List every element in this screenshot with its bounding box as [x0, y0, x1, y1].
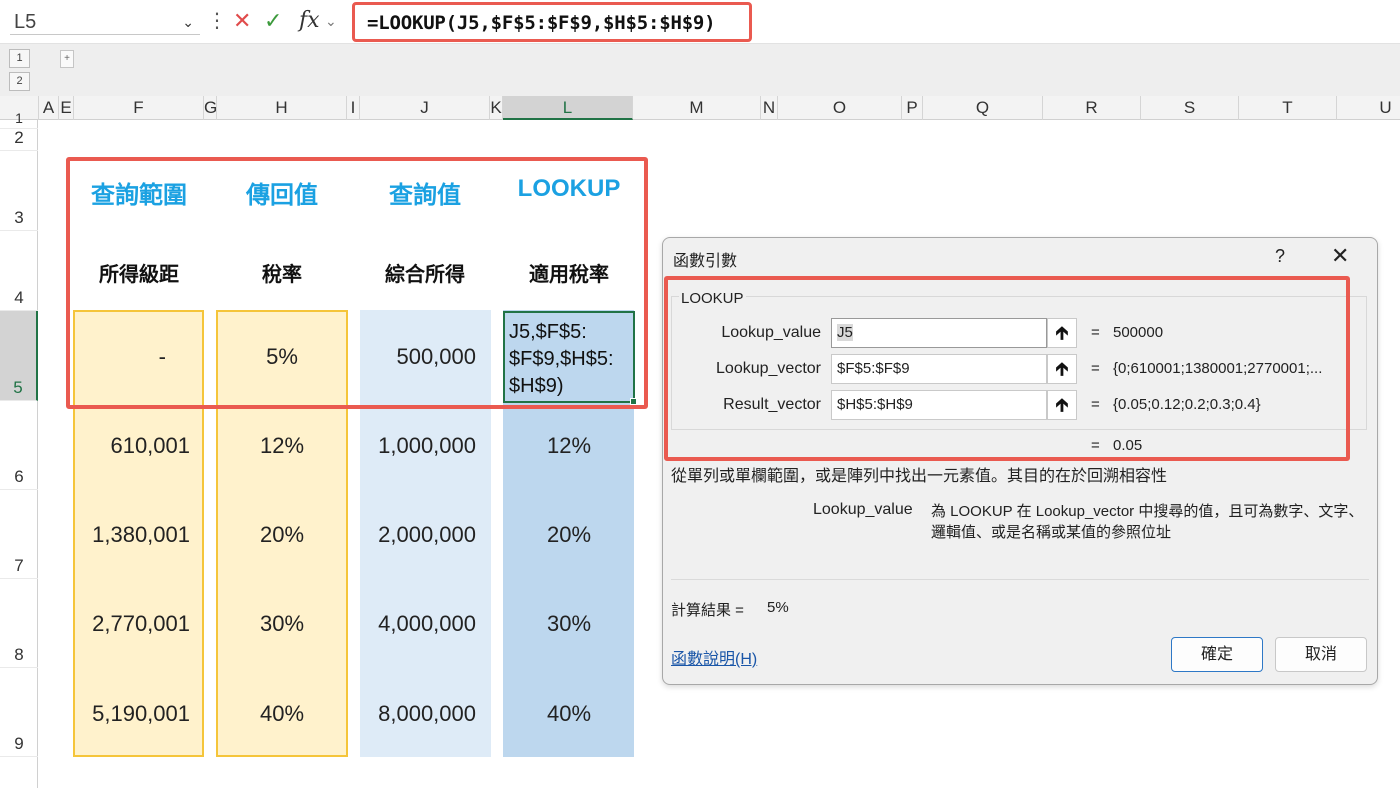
cancel-button[interactable]: 取消 [1275, 637, 1367, 672]
outline-level-2[interactable]: 2 [9, 72, 30, 91]
column-header-j[interactable]: J [360, 96, 490, 120]
cell-h9[interactable]: 40% [217, 701, 347, 727]
column-header-m[interactable]: M [633, 96, 761, 120]
row-header-5[interactable]: 5 [0, 311, 38, 401]
column-header-q[interactable]: Q [923, 96, 1043, 120]
column-header-l[interactable]: L [503, 96, 633, 120]
column-header-n[interactable]: N [761, 96, 778, 120]
cell-f9[interactable]: 5,190,001 [74, 701, 190, 727]
highlight-box-sheet [66, 157, 648, 409]
cell-j8[interactable]: 4,000,000 [360, 611, 476, 637]
name-box[interactable]: L5 ⌄ [10, 9, 200, 35]
close-icon[interactable]: ✕ [1331, 243, 1349, 269]
column-header-e[interactable]: E [59, 96, 74, 120]
result-value: 5% [767, 599, 789, 616]
row-number: 1 [15, 110, 23, 126]
row-number: 4 [14, 288, 24, 307]
column-header-f[interactable]: F [74, 96, 204, 120]
row-number: 2 [14, 128, 24, 147]
function-icon[interactable]: fx [299, 8, 320, 34]
highlight-box-dialog [664, 276, 1350, 461]
column-header-o[interactable]: O [778, 96, 902, 120]
formula-text: =LOOKUP(J5,$F$5:$F$9,$H$5:$H$9) [367, 12, 716, 34]
chevron-down-icon[interactable]: ⌄ [182, 9, 194, 35]
cell-h6[interactable]: 12% [217, 433, 347, 459]
cell-l6[interactable]: 12% [503, 433, 635, 459]
outline-level-1[interactable]: 1 [9, 49, 30, 68]
row-header: 1 2 3 4 5 6 7 8 9 [0, 110, 38, 788]
column-header: A E F G H I J K L M N O P Q R S T U [0, 96, 1400, 120]
column-header-g[interactable]: G [204, 96, 217, 120]
cell-f6[interactable]: 610,001 [74, 433, 190, 459]
name-box-value: L5 [14, 11, 37, 33]
outline-expand-button[interactable]: + [60, 50, 74, 68]
row-header-3[interactable]: 3 [0, 151, 38, 231]
cell-j9[interactable]: 8,000,000 [360, 701, 476, 727]
row-number: 3 [14, 208, 24, 227]
row-number: 5 [13, 378, 23, 397]
column-header-r[interactable]: R [1043, 96, 1141, 120]
column-header-p[interactable]: P [902, 96, 923, 120]
chevron-down-icon[interactable]: ⌄ [325, 8, 337, 34]
divider [671, 579, 1369, 580]
cell-l9[interactable]: 40% [503, 701, 635, 727]
enter-icon[interactable]: ✓ [264, 8, 282, 34]
row-number: 9 [14, 734, 24, 753]
arg-help-text: 為 LOOKUP 在 Lookup_vector 中搜尋的值，且可為數字、文字、… [931, 503, 1364, 541]
row-header-8[interactable]: 8 [0, 579, 38, 668]
function-description: 從單列或單欄範圍，或是陣列中找出一元素值。其目的在於回溯相容性 [671, 468, 1168, 485]
help-icon[interactable]: ? [1275, 246, 1285, 267]
row-header-4[interactable]: 4 [0, 231, 38, 311]
arg-help-name: Lookup_value [813, 501, 913, 518]
column-header-h[interactable]: H [217, 96, 347, 120]
column-header-a[interactable]: A [39, 96, 59, 120]
column-header-t[interactable]: T [1239, 96, 1337, 120]
column-header-u[interactable]: U [1337, 96, 1400, 120]
column-header-s[interactable]: S [1141, 96, 1239, 120]
cell-f7[interactable]: 1,380,001 [74, 522, 190, 548]
cell-j7[interactable]: 2,000,000 [360, 522, 476, 548]
cell-h8[interactable]: 30% [217, 611, 347, 637]
outline-strip: 1 2 [0, 44, 1400, 96]
row-header-7[interactable]: 7 [0, 490, 38, 579]
formula-input[interactable]: =LOOKUP(J5,$F$5:$F$9,$H$5:$H$9) [352, 2, 752, 42]
cell-j6[interactable]: 1,000,000 [360, 433, 476, 459]
cell-f8[interactable]: 2,770,001 [74, 611, 190, 637]
cell-l7[interactable]: 20% [503, 522, 635, 548]
row-header-6[interactable]: 6 [0, 401, 38, 490]
cell-h7[interactable]: 20% [217, 522, 347, 548]
row-number: 8 [14, 645, 24, 664]
row-header-2[interactable]: 2 [0, 128, 38, 151]
function-help-link[interactable]: 函數說明(H) [671, 645, 757, 669]
row-number: 7 [14, 556, 24, 575]
row-header-9[interactable]: 9 [0, 668, 38, 757]
cancel-icon[interactable]: ✕ [233, 8, 251, 34]
more-icon[interactable]: ⋮ [207, 8, 227, 34]
ok-button[interactable]: 確定 [1171, 637, 1263, 672]
column-header-i[interactable]: I [347, 96, 360, 120]
formula-bar: L5 ⌄ ⋮ ✕ ✓ fx ⌄ =LOOKUP(J5,$F$5:$F$9,$H$… [0, 0, 1400, 44]
result-label: 計算結果 = [671, 602, 744, 619]
row-number: 6 [14, 467, 24, 486]
cell-l8[interactable]: 30% [503, 611, 635, 637]
column-header-k[interactable]: K [490, 96, 503, 120]
dialog-title: 函數引數 [673, 253, 738, 270]
